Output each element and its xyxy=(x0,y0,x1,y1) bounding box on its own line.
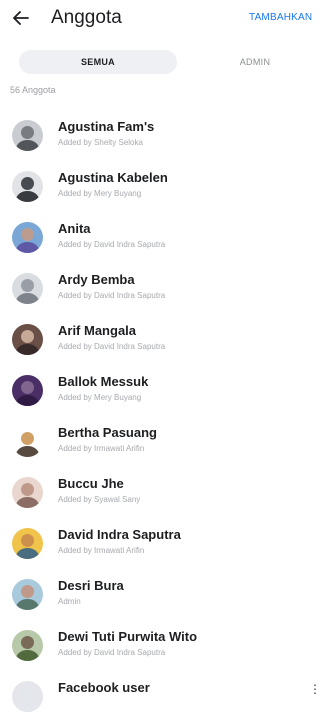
member-row[interactable]: Agustina Kabelen Added by Mery Buyang xyxy=(0,161,329,212)
avatar[interactable] xyxy=(12,324,43,355)
member-added-by: Added by David Indra Saputra xyxy=(58,291,166,300)
member-count: 56 Anggota xyxy=(10,85,56,95)
member-added-by: Added by Syawal Sany xyxy=(58,495,141,504)
avatar[interactable] xyxy=(12,171,43,202)
avatar-face xyxy=(21,585,34,598)
more-options-icon[interactable]: ⋮ xyxy=(309,681,321,697)
avatar-face xyxy=(21,126,34,139)
member-row[interactable]: Arif Mangala Added by David Indra Saputra xyxy=(0,314,329,365)
avatar[interactable] xyxy=(12,681,43,712)
member-name: Desri Bura xyxy=(58,578,124,593)
member-row[interactable]: Bertha Pasuang Added by Irmawati Arifin xyxy=(0,416,329,467)
member-row[interactable]: Agustina Fam's Added by Shelty Seloka xyxy=(0,110,329,161)
avatar-face xyxy=(21,636,34,649)
add-member-button[interactable]: TAMBAHKAN xyxy=(249,12,312,23)
member-name: Buccu Jhe xyxy=(58,476,124,491)
avatar[interactable] xyxy=(12,630,43,661)
member-row[interactable]: Ardy Bemba Added by David Indra Saputra xyxy=(0,263,329,314)
member-row[interactable]: Buccu Jhe Added by Syawal Sany xyxy=(0,467,329,518)
avatar[interactable] xyxy=(12,222,43,253)
tab-all[interactable]: SEMUA xyxy=(19,50,177,74)
avatar-shoulders xyxy=(16,446,39,457)
member-added-by: Added by Mery Buyang xyxy=(58,393,142,402)
avatar-shoulders xyxy=(16,650,39,661)
avatar[interactable] xyxy=(12,273,43,304)
avatar-shoulders xyxy=(16,395,39,406)
member-added-by: Admin xyxy=(58,597,81,606)
avatar-shoulders xyxy=(16,293,39,304)
member-added-by: Added by David Indra Saputra xyxy=(58,240,166,249)
member-row[interactable]: David Indra Saputra Added by Irmawati Ari… xyxy=(0,518,329,569)
avatar-face xyxy=(21,177,34,190)
avatar-face xyxy=(21,687,34,700)
member-row[interactable]: Facebook user ⋮ xyxy=(0,671,329,722)
member-added-by: Added by Mery Buyang xyxy=(58,189,142,198)
member-name: Anita xyxy=(58,221,91,236)
member-name: Arif Mangala xyxy=(58,323,137,338)
member-name: Bertha Pasuang xyxy=(58,425,157,440)
page-title: Anggota xyxy=(51,7,122,28)
member-added-by: Added by Irmawati Arifin xyxy=(58,444,145,453)
avatar-face xyxy=(21,279,34,292)
avatar[interactable] xyxy=(12,477,43,508)
tab-admin[interactable]: ADMIN xyxy=(191,50,319,74)
member-list: Agustina Fam's Added by Shelty Seloka Agus… xyxy=(0,110,329,722)
avatar[interactable] xyxy=(12,426,43,457)
avatar-face xyxy=(21,534,34,547)
member-name: Dewi Tuti Purwita Wito xyxy=(58,629,198,644)
avatar-shoulders xyxy=(16,242,39,253)
member-row[interactable]: Desri Bura Admin xyxy=(0,569,329,620)
member-name: Ballok Messuk xyxy=(58,374,149,389)
avatar[interactable] xyxy=(12,120,43,151)
avatar-face xyxy=(21,381,34,394)
member-row[interactable]: Ballok Messuk Added by Mery Buyang xyxy=(0,365,329,416)
member-added-by: Added by David Indra Saputra xyxy=(58,648,166,657)
avatar[interactable] xyxy=(12,579,43,610)
member-added-by: Added by Irmawati Arifin xyxy=(58,546,145,555)
member-name: Agustina Fam's xyxy=(58,119,155,134)
avatar[interactable] xyxy=(12,528,43,559)
member-name: David Indra Saputra xyxy=(58,527,181,542)
member-added-by: Added by Shelty Seloka xyxy=(58,138,143,147)
avatar-face xyxy=(21,228,34,241)
avatar-shoulders xyxy=(16,191,39,202)
avatar-face xyxy=(21,330,34,343)
avatar[interactable] xyxy=(12,375,43,406)
back-button[interactable] xyxy=(10,6,32,30)
avatar-shoulders xyxy=(16,599,39,610)
member-row[interactable]: Dewi Tuti Purwita Wito Added by David Ind… xyxy=(0,620,329,671)
member-tabs: SEMUA ADMIN xyxy=(19,50,319,74)
member-name: Agustina Kabelen xyxy=(58,170,168,185)
member-added-by: Added by David Indra Saputra xyxy=(58,342,166,351)
avatar-face xyxy=(21,432,34,445)
avatar-shoulders xyxy=(16,701,39,712)
avatar-shoulders xyxy=(16,140,39,151)
member-row[interactable]: Anita Added by David Indra Saputra xyxy=(0,212,329,263)
member-name: Ardy Bemba xyxy=(58,272,135,287)
avatar-shoulders xyxy=(16,344,39,355)
avatar-shoulders xyxy=(16,497,39,508)
avatar-shoulders xyxy=(16,548,39,559)
avatar-face xyxy=(21,483,34,496)
app-header: Anggota TAMBAHKAN xyxy=(0,0,329,40)
back-arrow-icon xyxy=(13,11,29,25)
